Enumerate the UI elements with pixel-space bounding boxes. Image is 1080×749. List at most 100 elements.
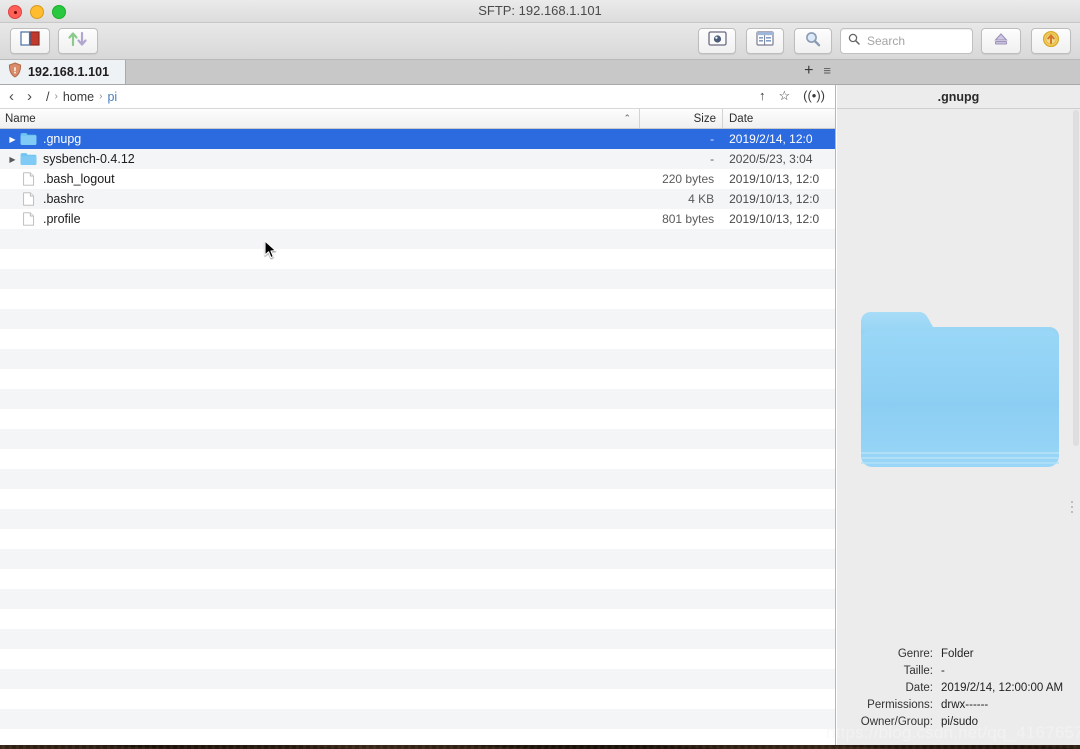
empty-row bbox=[0, 449, 835, 469]
table-row[interactable]: ▶.profile 801 bytes 2019/10/13, 12:0 bbox=[0, 209, 835, 229]
breadcrumb-home[interactable]: home bbox=[63, 90, 94, 104]
file-date-cell: 2019/10/13, 12:0 bbox=[729, 172, 820, 186]
breadcrumb-separator: › bbox=[99, 91, 103, 102]
breadcrumb: / › home › pi bbox=[46, 90, 117, 104]
column-header-date-label: Date bbox=[729, 112, 754, 125]
metadata-key: Genre: bbox=[897, 648, 933, 660]
transfer-arrows-icon bbox=[67, 31, 89, 52]
find-button[interactable] bbox=[794, 28, 832, 54]
content-area: ‹ › / › home › pi ↑ ☆ ((•)) Name ⌃ Size … bbox=[0, 85, 1080, 745]
upload-icon bbox=[1042, 30, 1060, 53]
tab-menu-button[interactable]: ≡ bbox=[823, 63, 831, 79]
empty-row bbox=[0, 589, 835, 609]
file-size-cell: - bbox=[710, 132, 715, 146]
file-icon bbox=[20, 192, 37, 206]
file-name-label: .profile bbox=[43, 212, 81, 226]
metadata-row: Taille: - bbox=[837, 663, 1066, 680]
file-size-cell: - bbox=[710, 152, 715, 166]
file-icon bbox=[20, 212, 37, 226]
transfers-button[interactable] bbox=[58, 28, 98, 54]
tab-bar: 192.168.1.101 + ≡ bbox=[0, 60, 1080, 85]
empty-row bbox=[0, 729, 835, 745]
column-header-name-label: Name bbox=[5, 112, 36, 125]
file-name-label: .bash_logout bbox=[43, 172, 115, 186]
file-browser-pane: ‹ › / › home › pi ↑ ☆ ((•)) Name ⌃ Size … bbox=[0, 85, 836, 745]
empty-row bbox=[0, 269, 835, 289]
column-view-button[interactable] bbox=[746, 28, 784, 54]
metadata-key: Date: bbox=[905, 682, 934, 694]
metadata-row: Permissions: drwx------ bbox=[837, 697, 1066, 714]
disclosure-triangle-icon[interactable]: ▶ bbox=[6, 155, 19, 164]
file-size-cell: 4 KB bbox=[688, 192, 715, 206]
upload-button[interactable] bbox=[1031, 28, 1071, 54]
preview-icon-wrap bbox=[837, 304, 1080, 476]
folder-icon bbox=[20, 132, 37, 146]
disclosure-triangle-icon[interactable]: ▶ bbox=[6, 135, 19, 144]
table-row[interactable]: ▶ sysbench-0.4.12 -2020/5/23, 3:04 bbox=[0, 149, 835, 169]
book-icon bbox=[20, 31, 40, 51]
column-header-size[interactable]: Size bbox=[640, 109, 723, 128]
eject-icon bbox=[992, 31, 1010, 51]
sort-ascending-icon: ⌃ bbox=[623, 113, 631, 123]
back-button[interactable]: ‹ bbox=[9, 89, 14, 104]
column-header-name[interactable]: Name ⌃ bbox=[0, 109, 640, 128]
empty-row bbox=[0, 489, 835, 509]
table-row[interactable]: ▶.bash_logout 220 bytes 2019/10/13, 12:0 bbox=[0, 169, 835, 189]
file-name-cell: ▶.bashrc bbox=[0, 192, 639, 206]
column-header-date[interactable]: Date bbox=[723, 109, 836, 128]
bookmarks-button[interactable] bbox=[10, 28, 50, 54]
window-title: SFTP: 192.168.1.101 bbox=[478, 3, 602, 18]
go-up-icon[interactable]: ↑ bbox=[759, 88, 766, 104]
empty-row bbox=[0, 369, 835, 389]
metadata-row: Date: 2019/2/14, 12:00:00 AM bbox=[837, 680, 1066, 697]
new-tab-button[interactable]: + bbox=[804, 63, 813, 79]
preview-pane: .gnupg Genre: Folder Taille: - Date: 201… bbox=[837, 85, 1080, 745]
table-row[interactable]: ▶.bashrc 4 KB 2019/10/13, 12:0 bbox=[0, 189, 835, 209]
search-field[interactable] bbox=[840, 28, 973, 54]
file-name-cell: ▶ sysbench-0.4.12 bbox=[0, 152, 639, 166]
metadata-key: Owner/Group: bbox=[860, 716, 933, 728]
metadata-row: Owner/Group: pi/sudo bbox=[837, 714, 1066, 731]
folder-icon bbox=[857, 304, 1061, 476]
file-date-cell: 2019/2/14, 12:0 bbox=[729, 132, 813, 146]
empty-row bbox=[0, 389, 835, 409]
empty-row bbox=[0, 689, 835, 709]
eject-button[interactable] bbox=[981, 28, 1021, 54]
empty-row bbox=[0, 409, 835, 429]
empty-row bbox=[0, 709, 835, 729]
empty-row bbox=[0, 469, 835, 489]
breadcrumb-pi[interactable]: pi bbox=[107, 90, 117, 104]
empty-row bbox=[0, 289, 835, 309]
breadcrumb-root[interactable]: / bbox=[46, 90, 49, 104]
file-name-label: .gnupg bbox=[43, 132, 82, 146]
column-header-size-label: Size bbox=[693, 112, 716, 125]
metadata-key: Taille: bbox=[903, 665, 933, 677]
preview-pane-button[interactable] bbox=[698, 28, 736, 54]
file-list[interactable]: ▶ .gnupg -2019/2/14, 12:0 ▶ sysbench-0.4.12 -… bbox=[0, 129, 835, 745]
empty-row bbox=[0, 509, 835, 529]
empty-row bbox=[0, 629, 835, 649]
empty-row bbox=[0, 529, 835, 549]
empty-row bbox=[0, 649, 835, 669]
empty-row bbox=[0, 329, 835, 349]
favorite-star-icon[interactable]: ☆ bbox=[778, 88, 790, 104]
tab-bar-actions: + ≡ bbox=[804, 63, 831, 79]
empty-row bbox=[0, 549, 835, 569]
file-name-label: .bashrc bbox=[43, 192, 84, 206]
file-name-cell: ▶ .gnupg bbox=[0, 132, 639, 146]
file-date-cell: 2019/10/13, 12:0 bbox=[729, 192, 820, 206]
search-icon bbox=[841, 32, 865, 50]
preview-title: .gnupg bbox=[837, 85, 1080, 109]
search-input[interactable] bbox=[865, 33, 969, 49]
path-bar: ‹ › / › home › pi ↑ ☆ ((•)) bbox=[0, 85, 835, 109]
file-size-cell: 801 bytes bbox=[662, 212, 715, 226]
broadcast-icon[interactable]: ((•)) bbox=[803, 88, 825, 104]
table-row[interactable]: ▶ .gnupg -2019/2/14, 12:0 bbox=[0, 129, 835, 149]
resize-grip[interactable] bbox=[1071, 501, 1077, 515]
metadata-value: Folder bbox=[941, 648, 974, 660]
path-bar-actions: ↑ ☆ ((•)) bbox=[759, 88, 825, 104]
forward-button[interactable]: › bbox=[27, 89, 32, 104]
file-name-label: sysbench-0.4.12 bbox=[43, 152, 135, 166]
preview-body: Genre: Folder Taille: - Date: 2019/2/14, 12:0… bbox=[837, 109, 1080, 745]
tab-192-168-1-101[interactable]: 192.168.1.101 bbox=[0, 60, 126, 84]
